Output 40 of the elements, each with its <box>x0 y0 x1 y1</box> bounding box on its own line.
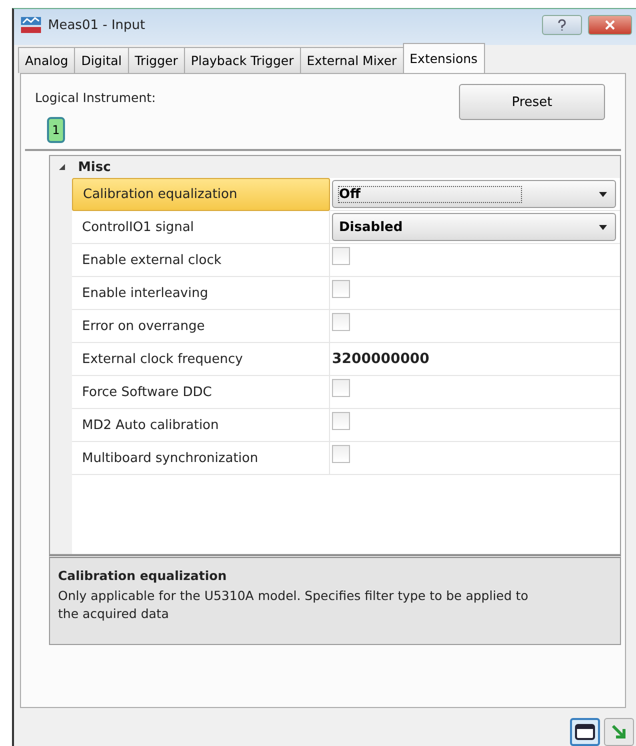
property-name[interactable]: Enable external clock <box>72 244 330 277</box>
tab[interactable]: Extensions <box>402 43 485 73</box>
category-label: Misc <box>78 160 111 174</box>
instrument-button[interactable]: 1 <box>47 117 65 143</box>
checkbox[interactable] <box>332 313 350 331</box>
help-button[interactable] <box>542 15 582 35</box>
property-name[interactable]: Calibration equalization <box>72 178 330 211</box>
checkbox[interactable] <box>332 412 350 430</box>
logical-instrument-label: Logical Instrument: <box>35 90 156 105</box>
close-icon <box>604 20 616 30</box>
caret-icon <box>599 192 607 196</box>
collapse-icon[interactable] <box>58 163 66 171</box>
description-text: Only applicable for the U5310A model. Specifies filter type to be applied to the acquired data <box>58 587 530 622</box>
caret-icon <box>599 224 607 230</box>
tab[interactable]: Digital <box>74 47 129 73</box>
checkbox[interactable] <box>332 445 350 463</box>
property-name[interactable]: MD2 Auto calibration <box>72 409 330 442</box>
checkbox[interactable] <box>332 280 350 298</box>
app-icon <box>20 16 42 34</box>
close-button[interactable] <box>588 15 632 35</box>
dropdown[interactable]: Off <box>332 180 616 208</box>
property-name[interactable]: Force Software DDC <box>72 376 330 409</box>
property-name[interactable]: Error on overrange <box>72 310 330 343</box>
tab[interactable]: Analog <box>18 47 76 73</box>
help-icon <box>557 19 567 31</box>
tab[interactable]: External Mixer <box>300 47 404 73</box>
property-name[interactable]: ControlIO1 signal <box>72 211 330 244</box>
property-name[interactable]: Enable interleaving <box>72 277 330 310</box>
checkbox[interactable] <box>332 247 350 265</box>
window-icon[interactable] <box>570 718 600 746</box>
window-title: Meas01 - Input <box>48 18 146 32</box>
checkbox[interactable] <box>332 379 350 397</box>
property-name[interactable]: Multiboard synchronization <box>72 442 330 475</box>
dropdown[interactable]: Disabled <box>332 213 616 241</box>
value-text[interactable]: 3200000000 <box>332 351 430 367</box>
tab[interactable]: Trigger <box>128 47 185 73</box>
description-title: Calibration equalization <box>58 568 228 583</box>
preset-button[interactable]: Preset <box>459 84 605 120</box>
property-name[interactable]: External clock frequency <box>72 343 330 376</box>
tab[interactable]: Playback Trigger <box>184 47 301 73</box>
